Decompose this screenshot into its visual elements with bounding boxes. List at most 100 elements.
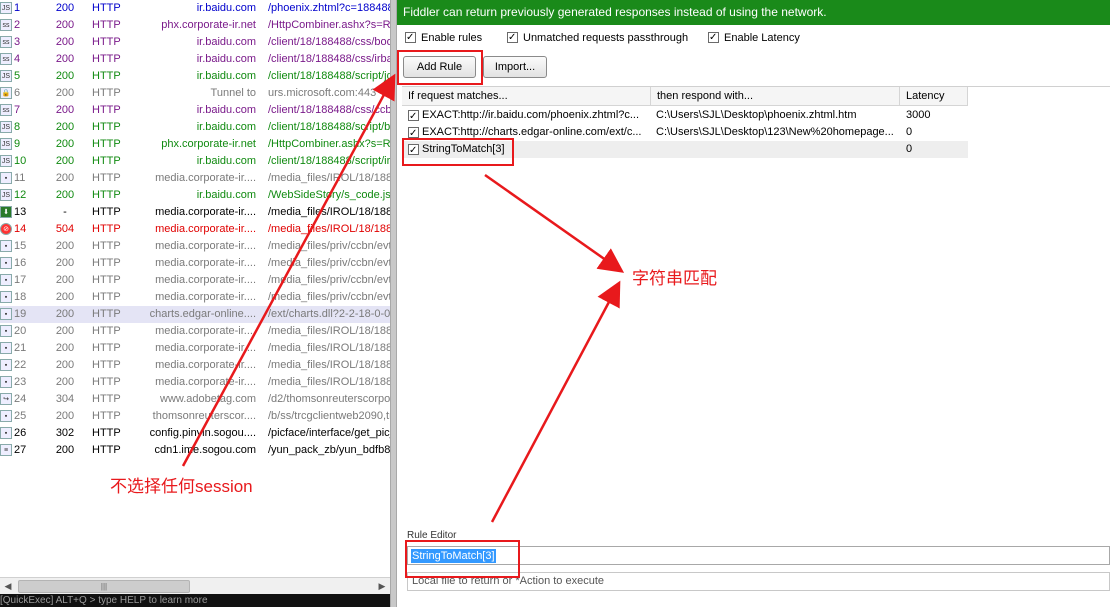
- session-result: 302: [55, 427, 75, 439]
- lock-icon: 🔒: [0, 87, 12, 99]
- session-host: ir.baidu.com: [196, 155, 256, 167]
- rule-match: EXACT:http://charts.edgar-online.com/ext…: [422, 126, 642, 138]
- enable-latency-label: Enable Latency: [724, 32, 800, 44]
- rule-row[interactable]: EXACT:http://ir.baidu.com/phoenix.zhtml?…: [402, 107, 968, 125]
- rule-row[interactable]: StringToMatch[3] 0: [402, 141, 968, 159]
- session-result: 200: [55, 19, 75, 31]
- session-number: 10: [14, 155, 27, 167]
- scroll-left-arrow-icon[interactable]: ◀: [0, 578, 16, 594]
- rule-action-input[interactable]: Local file to return or *Action to execu…: [407, 572, 1110, 591]
- session-url: /HttpCombiner.ashx?s=RisaI: [268, 19, 390, 31]
- session-row[interactable]: ▪ 16 200 HTTP media.corporate-ir.... /media_f…: [0, 255, 390, 272]
- session-row[interactable]: ▪ 20 200 HTTP media.corporate-ir.... /media_f…: [0, 323, 390, 340]
- js-icon: JS: [0, 70, 12, 82]
- column-header-latency[interactable]: Latency: [900, 87, 968, 105]
- session-row[interactable]: ss 7 200 HTTP ir.baidu.com/client/18/188488/…: [0, 102, 390, 119]
- autoresponder-banner: Fiddler can return previously generated …: [397, 0, 1110, 25]
- session-row[interactable]: ▪ 15 200 HTTP media.corporate-ir.... /media_f…: [0, 238, 390, 255]
- session-url: /media_files/IROL/18/18848: [268, 376, 390, 388]
- session-list-horizontal-scrollbar[interactable]: ◀ ||| ▶: [0, 577, 390, 594]
- rules-grid: If request matches... then respond with.…: [402, 86, 1110, 527]
- session-row[interactable]: ≡ 27 200 HTTP cdn1.ime.sogou.com/yun_pack_zb…: [0, 442, 390, 459]
- session-result: 200: [55, 172, 75, 184]
- session-row[interactable]: ↪ 24 304 HTTP www.adobetag.com/d2/thomsonreu…: [0, 391, 390, 408]
- js-icon: JS: [0, 155, 12, 167]
- session-number: 26: [14, 427, 27, 439]
- session-row[interactable]: JS 5 200 HTTP ir.baidu.com/client/18/188488/…: [0, 68, 390, 85]
- session-row[interactable]: ▪ 22 200 HTTP media.corporate-ir.... /media_f…: [0, 357, 390, 374]
- session-host: charts.edgar-online....: [149, 308, 256, 320]
- session-protocol: HTTP: [92, 172, 121, 184]
- session-row[interactable]: ss 2 200 HTTP phx.corporate-ir.net/HttpCombi…: [0, 17, 390, 34]
- session-row[interactable]: ▪ 25 200 HTTP thomsonreuterscor.... /b/ss/trc…: [0, 408, 390, 425]
- session-row[interactable]: ▪ 23 200 HTTP media.corporate-ir.... /media_f…: [0, 374, 390, 391]
- img-icon: ▪: [0, 172, 12, 184]
- session-row[interactable]: ss 3 200 HTTP ir.baidu.com/client/18/188488/…: [0, 34, 390, 51]
- session-result: 200: [55, 342, 75, 354]
- redir-icon: ↪: [0, 393, 12, 405]
- session-row[interactable]: ▪ 21 200 HTTP media.corporate-ir.... /media_f…: [0, 340, 390, 357]
- session-row[interactable]: JS 9 200 HTTP phx.corporate-ir.net/HttpCombi…: [0, 136, 390, 153]
- session-row[interactable]: ▪ 18 200 HTTP media.corporate-ir.... /media_f…: [0, 289, 390, 306]
- rule-match-input[interactable]: StringToMatch[3]: [407, 546, 1110, 565]
- rule-match-text: StringToMatch[3]: [411, 549, 496, 563]
- checkbox-checked-icon[interactable]: [708, 30, 719, 45]
- session-result: 200: [55, 359, 75, 371]
- add-rule-button[interactable]: Add Rule: [403, 56, 476, 78]
- css-icon: ss: [0, 36, 12, 48]
- column-header-respond[interactable]: then respond with...: [651, 87, 900, 105]
- session-url: /client/18/188488/script/irb: [268, 155, 390, 167]
- session-number: 25: [14, 410, 27, 422]
- js-icon: JS: [0, 189, 12, 201]
- session-host: media.corporate-ir....: [155, 325, 256, 337]
- scroll-thumb[interactable]: |||: [18, 580, 190, 593]
- session-row[interactable]: ▪ 26 302 HTTP config.pinyin.sogou.... /picfac…: [0, 425, 390, 442]
- session-protocol: HTTP: [92, 70, 121, 82]
- scroll-right-arrow-icon[interactable]: ▶: [374, 578, 390, 594]
- column-header-match[interactable]: If request matches...: [402, 87, 651, 105]
- img-icon: ▪: [0, 325, 12, 337]
- checkbox-checked-icon[interactable]: [507, 30, 518, 45]
- checkbox-checked-icon[interactable]: [408, 142, 419, 159]
- session-row[interactable]: ⊘ 14 504 HTTP media.corporate-ir.... /media_f…: [0, 221, 390, 238]
- enable-latency-checkbox[interactable]: Enable Latency: [708, 30, 800, 46]
- import-button[interactable]: Import...: [483, 56, 547, 78]
- session-row[interactable]: JS 10 200 HTTP ir.baidu.com/client/18/188488…: [0, 153, 390, 170]
- rule-respond: C:\Users\SJL\Desktop\phoenix.zhtml.htm: [656, 109, 857, 121]
- session-result: 200: [55, 291, 75, 303]
- session-host: ir.baidu.com: [196, 121, 256, 133]
- enable-rules-checkbox[interactable]: Enable rules: [405, 30, 482, 46]
- js-icon: JS: [0, 138, 12, 150]
- img-icon: ▪: [0, 342, 12, 354]
- checkbox-checked-icon[interactable]: [408, 108, 419, 125]
- session-protocol: HTTP: [92, 2, 121, 14]
- doc-icon: ≡: [0, 444, 12, 456]
- session-row[interactable]: ▪ 11 200 HTTP media.corporate-ir.... /media_f…: [0, 170, 390, 187]
- checkbox-checked-icon[interactable]: [405, 30, 416, 45]
- session-protocol: HTTP: [92, 240, 121, 252]
- session-number: 16: [14, 257, 27, 269]
- session-url: /HttpCombiner.ashx?s=RisaI: [268, 138, 390, 150]
- session-number: 1: [14, 2, 21, 14]
- session-row[interactable]: ▪ 17 200 HTTP media.corporate-ir.... /media_f…: [0, 272, 390, 289]
- session-row[interactable]: JS 12 200 HTTP ir.baidu.com/WebSideStory/s_c…: [0, 187, 390, 204]
- session-protocol: HTTP: [92, 325, 121, 337]
- session-row[interactable]: ⬇ 13 - HTTP media.corporate-ir.... /media_fil…: [0, 204, 390, 221]
- session-row[interactable]: ▪ 19 200 HTTP charts.edgar-online.... /ext/ch…: [0, 306, 390, 323]
- session-protocol: HTTP: [92, 359, 121, 371]
- down-icon: ⬇: [0, 206, 12, 218]
- pane-splitter[interactable]: [390, 0, 397, 607]
- session-row[interactable]: JS 1 200 HTTP ir.baidu.com/phoenix.zhtml?c=1…: [0, 0, 390, 17]
- session-row[interactable]: 🔒 6 200 HTTP Tunnel to urs.microsoft.com:443: [0, 85, 390, 102]
- session-number: 12: [14, 189, 27, 201]
- session-row[interactable]: JS 8 200 HTTP ir.baidu.com/client/18/188488/…: [0, 119, 390, 136]
- rule-respond: C:\Users\SJL\Desktop\123\New%20homepage.…: [656, 126, 894, 138]
- session-url: /media_files/priv/ccbn/evt_i: [268, 274, 390, 286]
- rule-row[interactable]: EXACT:http://charts.edgar-online.com/ext…: [402, 124, 968, 142]
- session-url: /ext/charts.dll?2-2-18-0-0-5: [268, 308, 390, 320]
- quickexec-bar[interactable]: [QuickExec] ALT+Q > type HELP to learn m…: [0, 594, 390, 607]
- session-row[interactable]: ss 4 200 HTTP ir.baidu.com/client/18/188488/…: [0, 51, 390, 68]
- session-protocol: HTTP: [92, 376, 121, 388]
- unmatched-passthrough-checkbox[interactable]: Unmatched requests passthrough: [507, 30, 688, 46]
- checkbox-checked-icon[interactable]: [408, 125, 419, 142]
